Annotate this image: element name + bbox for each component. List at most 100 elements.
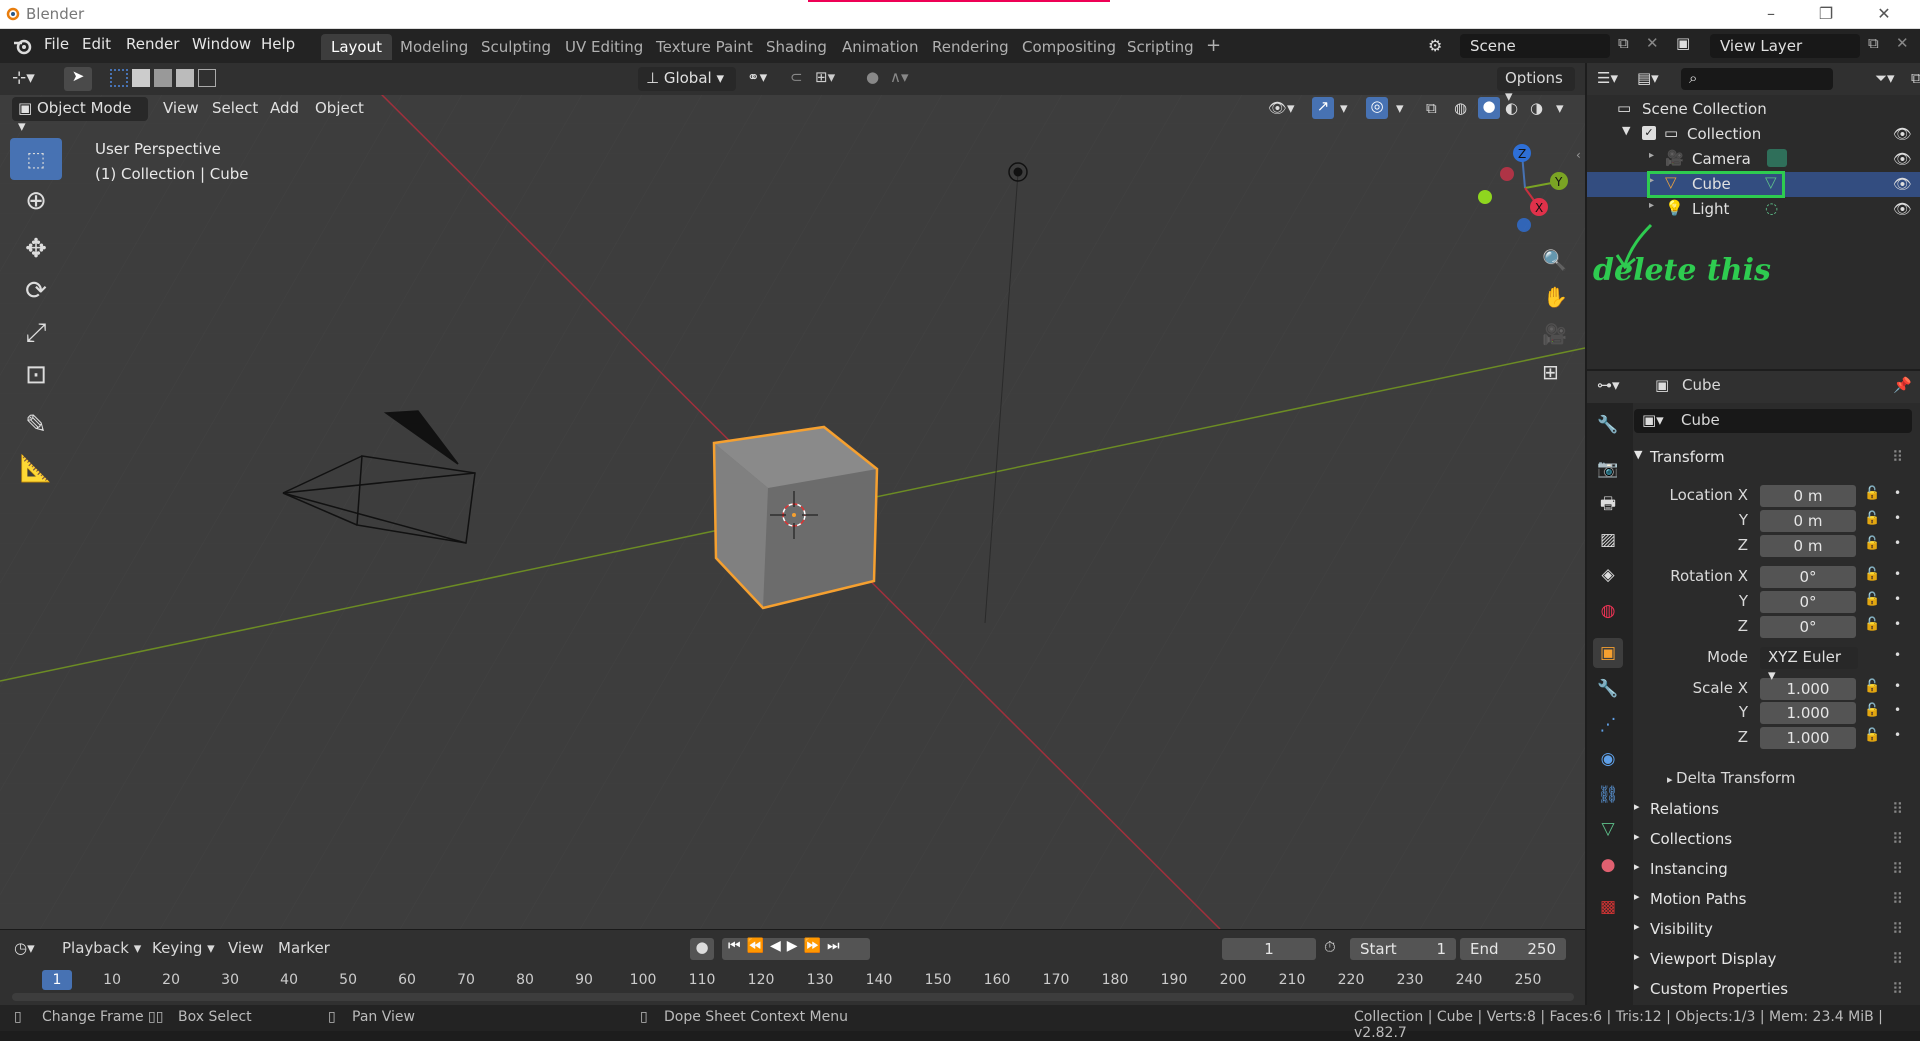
sidebar-toggle-icon[interactable]: ‹ bbox=[1576, 148, 1581, 162]
measure-tool[interactable]: 📐 bbox=[10, 448, 62, 490]
delta-transform-header[interactable]: ▸ Delta Transform bbox=[1667, 769, 1795, 787]
new-collection-icon[interactable]: ⧉ bbox=[1911, 69, 1920, 87]
editor-type-icon[interactable]: ⊹▾ bbox=[12, 68, 35, 88]
drag-handle-icon[interactable]: ⠿ bbox=[1892, 980, 1903, 998]
drag-handle-icon[interactable]: ⠿ bbox=[1892, 890, 1903, 908]
drag-handle-icon[interactable]: ⠿ bbox=[1892, 950, 1903, 968]
outliner-item-camera[interactable]: ▸ 🎥 Camera 👁 bbox=[1587, 147, 1920, 172]
keyframe-dot-icon[interactable]: • bbox=[1894, 617, 1901, 631]
object-menu[interactable]: Object bbox=[307, 97, 372, 121]
navigation-gizmo[interactable]: Z Y X bbox=[1470, 140, 1580, 240]
ortho-grid-icon[interactable]: ⊞ bbox=[1542, 360, 1559, 384]
menu-render[interactable]: Render bbox=[126, 35, 179, 53]
material-shading-icon[interactable]: ◐ bbox=[1505, 99, 1518, 117]
panel-instancing[interactable]: ▸ Instancing ⠿ bbox=[1634, 856, 1914, 886]
current-frame-field[interactable]: 1 bbox=[1222, 938, 1316, 960]
outliner-scene-collection[interactable]: ▭ Scene Collection bbox=[1587, 97, 1920, 122]
location-y-field[interactable]: 0 m bbox=[1760, 510, 1856, 532]
cube-eye-icon[interactable]: 👁 bbox=[1893, 175, 1912, 193]
selection-mode-group[interactable] bbox=[110, 69, 230, 89]
collapse-icon[interactable]: ▼ bbox=[1622, 124, 1630, 137]
tab-rendering[interactable]: Rendering bbox=[922, 34, 1019, 60]
rotation-y-field[interactable]: 0° bbox=[1760, 591, 1856, 613]
lock-icon[interactable]: 🔓 bbox=[1864, 486, 1880, 501]
tab-layout[interactable]: Layout bbox=[321, 34, 392, 60]
view-layer-browse-icon[interactable]: ▣ bbox=[1676, 34, 1690, 52]
lock-icon[interactable]: 🔓 bbox=[1864, 679, 1880, 694]
xray-icon[interactable]: ⧉ bbox=[1426, 99, 1437, 117]
view-layer-tab-icon[interactable]: ▨ bbox=[1593, 525, 1623, 555]
minimize-button[interactable]: – bbox=[1751, 2, 1791, 26]
keying-menu[interactable]: Keying ▾ bbox=[152, 939, 215, 957]
timeline-scrollbar[interactable] bbox=[12, 993, 1574, 1001]
wireframe-shading-icon[interactable]: ◍ bbox=[1454, 99, 1467, 117]
outliner-item-light[interactable]: ▸ 💡 Light ◌ 👁 bbox=[1587, 197, 1920, 222]
location-z-field[interactable]: 0 m bbox=[1760, 535, 1856, 557]
output-tab-icon[interactable]: 🖶 bbox=[1593, 490, 1623, 520]
lock-icon[interactable]: 🔓 bbox=[1864, 728, 1880, 743]
texture-tab-icon[interactable]: ▩ bbox=[1593, 892, 1623, 922]
annotate-tool[interactable]: ✎ bbox=[10, 404, 62, 446]
rotation-mode-dropdown[interactable]: XYZ Euler ▾ bbox=[1760, 647, 1858, 684]
panel-collections[interactable]: ▸ Collections ⠿ bbox=[1634, 826, 1914, 856]
transform-orientation-dropdown[interactable]: ⊥ Global ▾ bbox=[638, 67, 736, 91]
outliner-collection[interactable]: ▼ ✓ ▭ Collection 👁 bbox=[1587, 122, 1920, 147]
properties-editor-icon[interactable]: ⊶▾ bbox=[1597, 376, 1620, 394]
keyframe-dot-icon[interactable]: • bbox=[1894, 592, 1901, 606]
object-data-browse-icon[interactable]: ▣▾ bbox=[1642, 411, 1664, 429]
mode-dropdown[interactable]: ▣ Object Mode ▾ bbox=[12, 97, 148, 135]
particles-tab-icon[interactable]: ⋰ bbox=[1593, 710, 1623, 740]
world-tab-icon[interactable]: ◍ bbox=[1593, 596, 1623, 626]
keyframe-dot-icon[interactable]: • bbox=[1894, 511, 1901, 525]
menu-help[interactable]: Help bbox=[261, 35, 295, 53]
data-tab-icon[interactable]: ▽ bbox=[1593, 814, 1623, 844]
rotation-x-field[interactable]: 0° bbox=[1760, 566, 1856, 588]
snap-target-icon[interactable]: ⊞▾ bbox=[815, 68, 835, 86]
tab-animation[interactable]: Animation bbox=[832, 34, 928, 60]
maximize-button[interactable]: ❐ bbox=[1806, 2, 1846, 26]
panel-relations[interactable]: ▸ Relations ⠿ bbox=[1634, 796, 1914, 826]
panel-motion-paths[interactable]: ▸ Motion Paths ⠿ bbox=[1634, 886, 1914, 916]
keyframe-dot-icon[interactable]: • bbox=[1894, 567, 1901, 581]
object-name-field[interactable]: ▣▾ Cube bbox=[1634, 409, 1912, 433]
menu-file[interactable]: File bbox=[44, 35, 69, 53]
tab-sculpting[interactable]: Sculpting bbox=[471, 34, 561, 60]
gizmo-dropdown-icon[interactable]: ▾ bbox=[1340, 99, 1348, 117]
modifier-tab-icon[interactable]: 🔧 bbox=[1593, 674, 1623, 704]
expand-icon[interactable]: ▸ bbox=[1649, 150, 1654, 161]
gizmo-toggle-icon[interactable]: ↗ bbox=[1312, 97, 1334, 119]
drag-handle-icon[interactable]: ⠿ bbox=[1892, 800, 1903, 818]
cursor-tool[interactable]: ⊕ bbox=[10, 180, 62, 222]
panel-visibility[interactable]: ▸ Visibility ⠿ bbox=[1634, 916, 1914, 946]
rendered-shading-icon[interactable]: ◑ bbox=[1530, 99, 1543, 117]
location-x-field[interactable]: 0 m bbox=[1760, 485, 1856, 507]
add-workspace-button[interactable]: + bbox=[1196, 34, 1231, 60]
blender-menu-icon[interactable] bbox=[12, 36, 34, 56]
light-eye-icon[interactable]: 👁 bbox=[1893, 200, 1912, 218]
pin-icon[interactable]: 📌 bbox=[1893, 376, 1912, 394]
overlay-dropdown-icon[interactable]: ▾ bbox=[1396, 99, 1404, 117]
select-tool-icon[interactable]: ➤ bbox=[64, 67, 92, 91]
add-menu[interactable]: Add bbox=[262, 97, 307, 121]
tool-tab-icon[interactable]: 🔧 bbox=[1593, 410, 1623, 440]
lock-icon[interactable]: 🔓 bbox=[1864, 511, 1880, 526]
3d-viewport[interactable] bbox=[0, 63, 1585, 929]
drag-handle-icon[interactable]: ⠿ bbox=[1892, 860, 1903, 878]
proportional-edit-icon[interactable]: ● bbox=[866, 68, 879, 86]
lock-icon[interactable]: 🔓 bbox=[1864, 567, 1880, 582]
select-menu[interactable]: Select bbox=[204, 97, 266, 121]
timeline-editor-icon[interactable]: ◷▾ bbox=[14, 939, 35, 957]
object-tab-icon[interactable]: ▣ bbox=[1593, 638, 1623, 668]
scene-name-field[interactable]: Scene bbox=[1460, 34, 1610, 58]
physics-tab-icon[interactable]: ◉ bbox=[1593, 744, 1623, 774]
view-menu[interactable]: View bbox=[155, 97, 207, 121]
tab-scripting[interactable]: Scripting bbox=[1117, 34, 1204, 60]
options-dropdown[interactable]: Options ▾ bbox=[1497, 67, 1575, 105]
transform-tool[interactable]: ⊡ bbox=[10, 354, 62, 396]
pan-hand-icon[interactable]: ✋ bbox=[1543, 285, 1568, 309]
panel-custom-properties[interactable]: ▸ Custom Properties ⠿ bbox=[1634, 976, 1914, 1006]
collection-eye-icon[interactable]: 👁 bbox=[1893, 125, 1912, 143]
filter-icon[interactable]: ⏷▾ bbox=[1875, 69, 1895, 87]
frame-ruler[interactable]: 1 10 20 30 40 50 60 70 80 90 100 110 120 130 140 150 160… bbox=[0, 970, 1585, 992]
render-tab-icon[interactable]: 📷 bbox=[1593, 454, 1623, 484]
